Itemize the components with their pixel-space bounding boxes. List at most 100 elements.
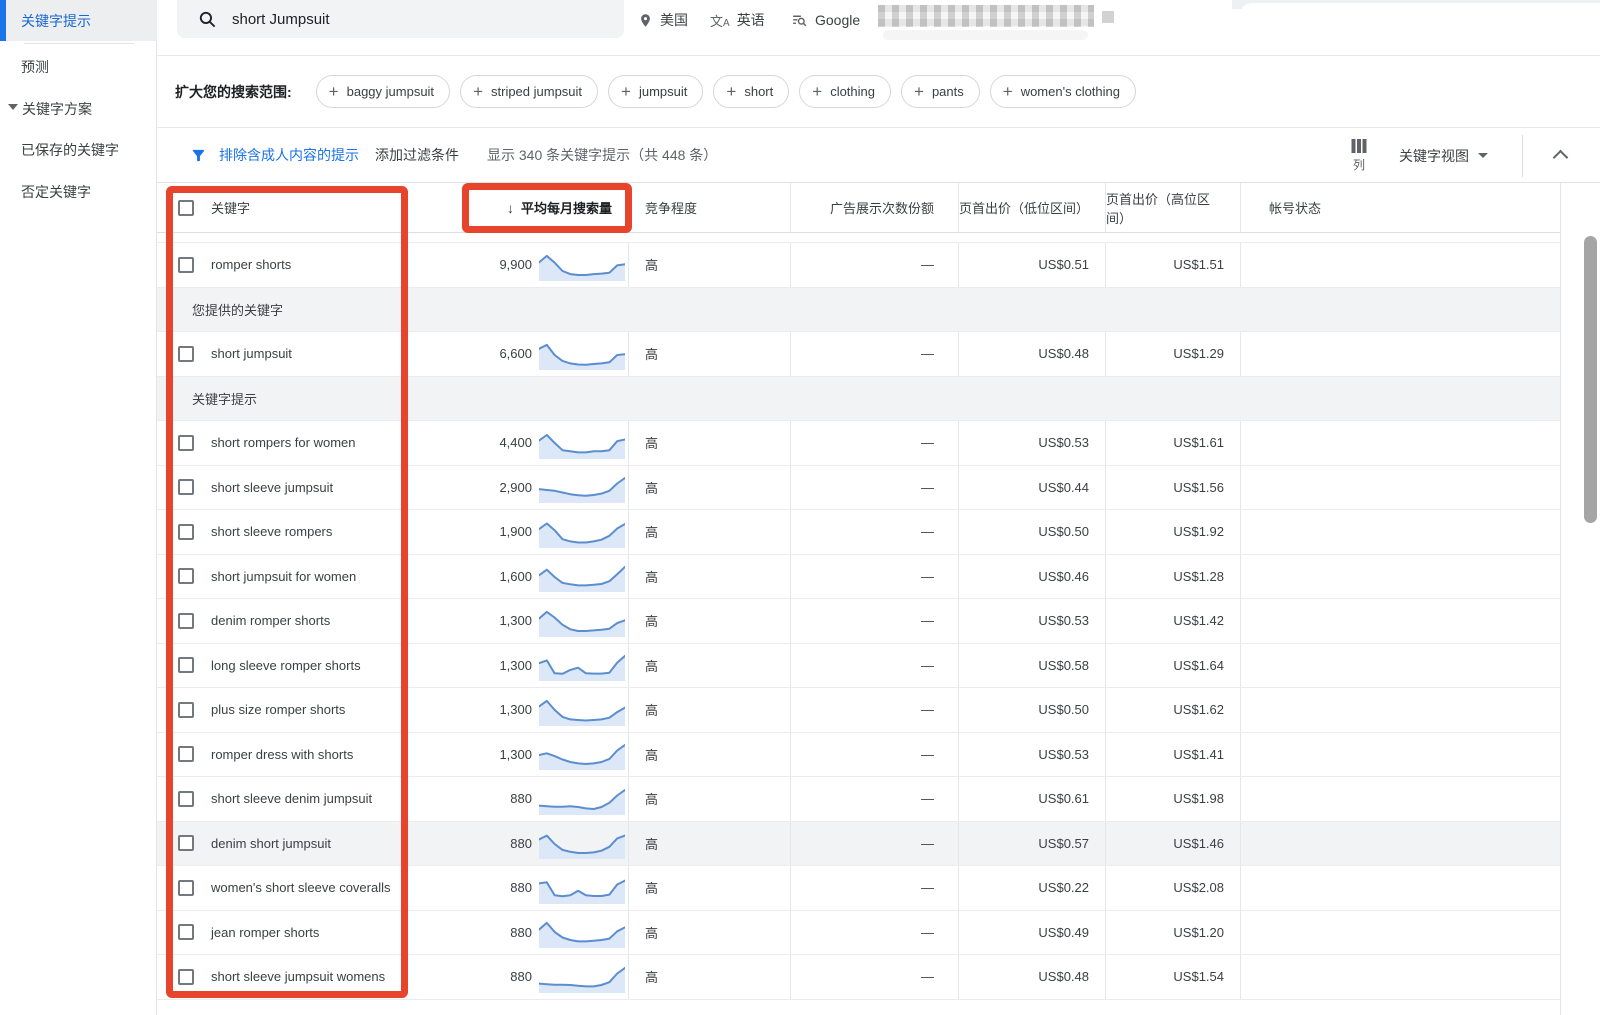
broaden-chip[interactable]: +striped jumpsuit	[460, 75, 598, 108]
search-input[interactable]: short Jumpsuit	[177, 0, 624, 38]
sidebar-item-negative-keywords[interactable]: 否定关键字	[21, 182, 91, 202]
table-row[interactable]: short sleeve rompers1,900高—US$0.50US$1.9…	[157, 510, 1560, 555]
chevron-down-icon[interactable]	[8, 104, 18, 110]
chip-label: short	[744, 84, 773, 99]
keyword-text: long sleeve romper shorts	[211, 658, 361, 673]
broaden-chip[interactable]: +clothing	[799, 75, 891, 108]
collapse-chevron-up[interactable]	[1553, 150, 1569, 166]
table-row[interactable]: women's short sleeve coveralls880高—US$0.…	[157, 866, 1560, 911]
search-trend-sparkline	[539, 605, 625, 637]
ad-impression-share-value: —	[921, 435, 934, 450]
top-bid-high-value: US$1.42	[1173, 613, 1224, 628]
row-checkbox[interactable]	[178, 924, 194, 940]
row-checkbox[interactable]	[178, 657, 194, 673]
table-row[interactable]: plus size romper shorts1,300高—US$0.50US$…	[157, 688, 1560, 733]
ad-impression-share-value: —	[921, 257, 934, 272]
header-ad-impression-share[interactable]: 广告展示次数份额	[790, 183, 958, 232]
row-checkbox[interactable]	[178, 746, 194, 762]
sidebar-item-keyword-plans[interactable]: 关键字方案	[22, 99, 92, 119]
top-bid-low-value: US$0.49	[1038, 925, 1089, 940]
row-checkbox[interactable]	[178, 791, 194, 807]
broaden-chip[interactable]: +jumpsuit	[608, 75, 703, 108]
sidebar-item-forecast[interactable]: 预测	[21, 57, 49, 77]
top-bid-high-value: US$1.29	[1173, 346, 1224, 361]
plus-icon: +	[726, 83, 736, 100]
broaden-chip[interactable]: +baggy jumpsuit	[316, 75, 450, 108]
table-row[interactable]: short jumpsuit for women1,600高—US$0.46US…	[157, 555, 1560, 600]
row-checkbox[interactable]	[178, 435, 194, 451]
keyword-text: short sleeve jumpsuit womens	[211, 969, 385, 984]
table-row[interactable]: short sleeve jumpsuit womens880高—US$0.48…	[157, 955, 1560, 1000]
account-status-cell	[1240, 332, 1560, 376]
select-all-checkbox[interactable]	[178, 200, 194, 216]
chip-label: clothing	[830, 84, 875, 99]
network-selector[interactable]: Google	[791, 8, 860, 32]
chip-label: women's clothing	[1021, 84, 1120, 99]
redacted-pixel-block	[1102, 11, 1114, 23]
language-selector[interactable]: 文A 英语	[710, 8, 765, 32]
competition-value: 高	[645, 923, 658, 942]
row-checkbox[interactable]	[178, 568, 194, 584]
row-checkbox[interactable]	[178, 702, 194, 718]
vertical-scrollbar[interactable]	[1584, 236, 1597, 523]
avg-monthly-searches-value: 880	[510, 969, 532, 984]
avg-monthly-searches-value: 4,400	[499, 435, 532, 450]
view-selector-dropdown[interactable]: 关键字视图	[1399, 146, 1488, 166]
table-row[interactable]: romper shorts9,900高—US$0.51US$1.51	[157, 243, 1560, 288]
avg-monthly-searches-value: 1,300	[499, 658, 532, 673]
table-row[interactable]: romper dress with shorts1,300高—US$0.53US…	[157, 733, 1560, 778]
table-row[interactable]: short sleeve jumpsuit2,900高—US$0.44US$1.…	[157, 466, 1560, 511]
search-network-icon	[791, 12, 808, 29]
table-row[interactable]: jean romper shorts880高—US$0.49US$1.20	[157, 911, 1560, 956]
header-avg-monthly-searches[interactable]: ↓ 平均每月搜索量	[505, 183, 628, 232]
header-top-bid-high[interactable]: 页首出价（高位区间）	[1105, 183, 1240, 232]
row-checkbox[interactable]	[178, 613, 194, 629]
top-bid-low-value: US$0.61	[1038, 791, 1089, 806]
account-status-cell	[1240, 866, 1560, 910]
keyword-planner-screen: 关键字提示 预测 关键字方案 已保存的关键字 否定关键字 short Jumps…	[0, 0, 1600, 1015]
search-trend-sparkline	[539, 827, 625, 859]
top-bid-high-value: US$1.54	[1173, 969, 1224, 984]
row-checkbox[interactable]	[178, 346, 194, 362]
search-icon	[198, 10, 217, 29]
broaden-chip[interactable]: +pants	[901, 75, 980, 108]
table-row[interactable]: short jumpsuit6,600高—US$0.48US$1.29	[157, 332, 1560, 377]
row-checkbox[interactable]	[178, 524, 194, 540]
add-filter-button[interactable]: 添加过滤条件	[375, 145, 459, 165]
top-bid-low-value: US$0.58	[1038, 658, 1089, 673]
header-competition[interactable]: 竞争程度	[628, 183, 790, 232]
competition-value: 高	[645, 478, 658, 497]
header-account-status[interactable]: 帐号状态	[1240, 183, 1560, 232]
keyword-text: denim short jumpsuit	[211, 836, 331, 851]
location-label: 美国	[660, 10, 688, 30]
exclude-adult-filter-link[interactable]: 排除含成人内容的提示	[219, 145, 359, 165]
top-bid-high-value: US$1.62	[1173, 702, 1224, 717]
broaden-chip[interactable]: + short	[713, 75, 789, 108]
row-checkbox[interactable]	[178, 479, 194, 495]
row-checkbox[interactable]	[178, 257, 194, 273]
row-checkbox[interactable]	[178, 880, 194, 896]
sidebar-item-saved-keywords[interactable]: 已保存的关键字	[21, 140, 119, 160]
sidebar-item-keyword-ideas[interactable]: 关键字提示	[0, 0, 157, 41]
row-checkbox[interactable]	[178, 969, 194, 985]
ad-impression-share-value: —	[921, 925, 934, 940]
table-row[interactable]: short rompers for women4,400高—US$0.53US$…	[157, 421, 1560, 466]
competition-value: 高	[645, 745, 658, 764]
table-row[interactable]: long sleeve romper shorts1,300高—US$0.58U…	[157, 644, 1560, 689]
competition-value: 高	[645, 967, 658, 986]
columns-button[interactable]: 列	[1351, 138, 1367, 173]
competition-value: 高	[645, 878, 658, 897]
keyword-text: romper shorts	[211, 257, 291, 272]
broaden-chip[interactable]: +women's clothing	[990, 75, 1136, 108]
row-checkbox[interactable]	[178, 835, 194, 851]
header-top-bid-low[interactable]: 页首出价（低位区间）	[958, 183, 1105, 232]
table-row[interactable]: short sleeve denim jumpsuit880高—US$0.61U…	[157, 777, 1560, 822]
table-row[interactable]: denim short jumpsuit880高—US$0.57US$1.46	[157, 822, 1560, 867]
account-status-cell	[1240, 243, 1560, 287]
translate-icon: 文A	[710, 11, 730, 30]
columns-label: 列	[1353, 156, 1365, 173]
avg-monthly-searches-value: 1,600	[499, 569, 532, 584]
table-row[interactable]: denim romper shorts1,300高—US$0.53US$1.42	[157, 599, 1560, 644]
location-selector[interactable]: 美国	[638, 8, 688, 32]
keyword-text: denim romper shorts	[211, 613, 330, 628]
